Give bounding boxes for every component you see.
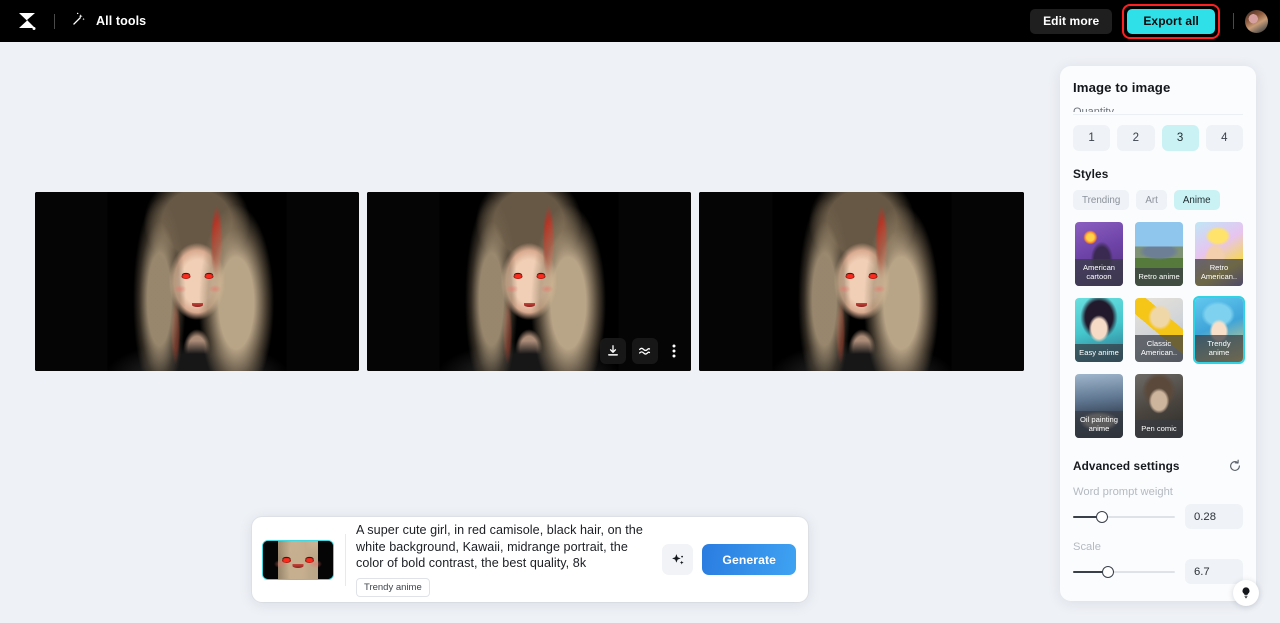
style-filter-chips: Trending Art Anime — [1073, 190, 1243, 210]
style-filter-art[interactable]: Art — [1136, 190, 1167, 210]
style-card-trendy-anime[interactable]: Trendy anime — [1193, 296, 1245, 364]
style-grid: American cartoon Retro anime Retro Ameri… — [1073, 220, 1256, 440]
word-prompt-weight-value[interactable]: 0.28 — [1185, 504, 1243, 529]
reference-image-thumbnail[interactable] — [262, 539, 334, 580]
style-card-label: Trendy anime — [1195, 335, 1243, 362]
setting-word-prompt-weight: Word prompt weight 0.28 — [1073, 486, 1243, 529]
header-divider — [54, 13, 55, 29]
portrait-art — [263, 540, 333, 579]
top-bar: All tools Edit more Export all — [0, 0, 1280, 42]
all-tools-label: All tools — [96, 14, 147, 28]
style-card-oil-painting-anime[interactable]: Oil painting anime — [1073, 372, 1125, 440]
style-card-label: Pen comic — [1135, 420, 1183, 438]
prompt-input[interactable]: A super cute girl, in red camisole, blac… — [356, 522, 656, 572]
scale-value[interactable]: 6.7 — [1185, 559, 1243, 584]
prompt-body: A super cute girl, in red camisole, blac… — [356, 522, 662, 597]
style-card-label: Classic American.. — [1135, 335, 1183, 362]
prompt-divider — [345, 533, 346, 586]
lightbulb-icon — [1242, 587, 1250, 599]
magic-wand-icon — [71, 11, 86, 31]
download-icon[interactable] — [600, 338, 626, 364]
quantity-option-2[interactable]: 2 — [1117, 125, 1155, 151]
setting-label: Word prompt weight — [1073, 486, 1173, 498]
scale-slider[interactable] — [1073, 565, 1175, 579]
sparkle-icon[interactable] — [662, 544, 694, 575]
panel-divider — [1073, 114, 1243, 115]
help-button[interactable] — [1233, 580, 1259, 606]
style-card-american-cartoon[interactable]: American cartoon — [1073, 220, 1125, 288]
image-hover-toolbar — [600, 338, 684, 364]
style-card-label: American cartoon — [1075, 259, 1123, 286]
prompt-actions: Generate — [662, 544, 796, 575]
capcut-logo-icon[interactable] — [14, 8, 40, 34]
reset-icon[interactable] — [1227, 458, 1243, 474]
generate-button[interactable]: Generate — [702, 544, 796, 575]
prompt-style-tag[interactable]: Trendy anime — [356, 577, 430, 597]
edit-more-button[interactable]: Edit more — [1030, 8, 1113, 34]
portrait-art — [35, 192, 359, 371]
advanced-settings-header: Advanced settings — [1073, 458, 1243, 474]
prompt-bar: A super cute girl, in red camisole, blac… — [252, 517, 808, 602]
style-card-classic-american[interactable]: Classic American.. — [1133, 296, 1185, 364]
style-card-retro-american[interactable]: Retro American.. — [1193, 220, 1245, 288]
result-image-1[interactable] — [35, 192, 359, 371]
quantity-option-4[interactable]: 4 — [1205, 125, 1243, 151]
styles-section-label: Styles — [1073, 167, 1109, 181]
top-bar-actions: Edit more Export all — [1030, 3, 1268, 39]
style-card-label: Oil painting anime — [1075, 411, 1123, 438]
style-card-label: Easy anime — [1075, 344, 1123, 362]
panel-scroll-area[interactable]: Quantity 1 2 3 4 Styles Trending Art Ani… — [1060, 106, 1256, 584]
style-filter-anime[interactable]: Anime — [1173, 190, 1220, 210]
style-card-easy-anime[interactable]: Easy anime — [1073, 296, 1125, 364]
more-vertical-icon[interactable] — [664, 338, 684, 364]
style-card-label: Retro American.. — [1195, 259, 1243, 286]
quantity-selector: 1 2 3 4 — [1073, 125, 1243, 151]
avatar[interactable] — [1245, 9, 1268, 33]
wave-enhance-icon[interactable] — [632, 338, 658, 364]
header-divider-2 — [1233, 13, 1234, 29]
setting-label: Scale — [1073, 541, 1101, 553]
setting-row: 0.28 — [1073, 504, 1243, 529]
setting-scale: Scale 6.7 — [1073, 541, 1243, 584]
portrait-art — [699, 192, 1024, 371]
style-card-retro-anime[interactable]: Retro anime — [1133, 220, 1185, 288]
word-prompt-weight-slider[interactable] — [1073, 510, 1175, 524]
all-tools-button[interactable]: All tools — [71, 11, 146, 31]
style-filter-trending[interactable]: Trending — [1073, 190, 1130, 210]
image-to-image-panel: Image to image Quantity 1 2 3 4 Styles T… — [1060, 66, 1256, 601]
style-card-label: Retro anime — [1135, 268, 1183, 286]
result-image-3[interactable] — [699, 192, 1024, 371]
result-image-2[interactable] — [367, 192, 691, 371]
quantity-option-3[interactable]: 3 — [1161, 125, 1199, 151]
export-all-button[interactable]: Export all — [1127, 8, 1215, 34]
quantity-option-1[interactable]: 1 — [1073, 125, 1111, 151]
export-all-highlight: Export all — [1122, 3, 1220, 39]
panel-title: Image to image — [1073, 80, 1171, 95]
setting-row: 6.7 — [1073, 559, 1243, 584]
results-grid — [35, 192, 1024, 371]
advanced-settings-title: Advanced settings — [1073, 459, 1180, 473]
quantity-label-clipped: Quantity — [1073, 106, 1114, 112]
style-card-pen-comic[interactable]: Pen comic — [1133, 372, 1185, 440]
